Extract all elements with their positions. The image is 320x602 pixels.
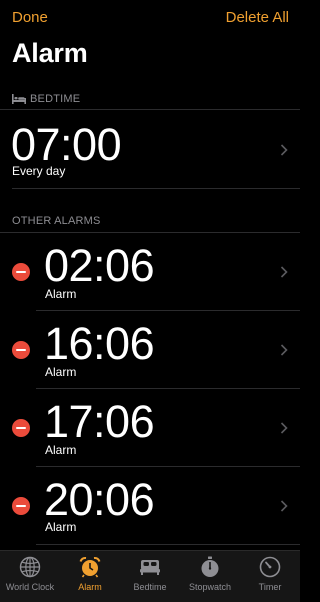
bed-icon	[12, 94, 26, 104]
page-title: Alarm	[12, 38, 88, 68]
other-alarms-section-header: OTHER ALARMS	[12, 215, 101, 227]
tab-bar: World Clock Alarm Bedtime Stopwatch Time…	[0, 550, 300, 602]
alarm-label: Alarm	[45, 287, 77, 301]
alarm-label: Alarm	[45, 365, 77, 379]
tab-label: Bedtime	[133, 582, 167, 592]
tab-bedtime[interactable]: Bedtime	[120, 551, 180, 602]
alarm-time: 20:06	[44, 474, 155, 525]
nav-bar: Done Delete All	[0, 0, 300, 36]
alarm-time: 17:06	[44, 396, 155, 447]
alarm-row[interactable]: 17:06 Alarm	[0, 389, 300, 466]
alarm-label: Alarm	[45, 443, 77, 457]
delete-alarm-button[interactable]	[12, 341, 30, 359]
tab-timer[interactable]: Timer	[240, 551, 300, 602]
tab-label: World Clock	[5, 582, 55, 592]
delete-alarm-button[interactable]	[12, 263, 30, 281]
bedtime-alarm-row[interactable]: 07:00 Every day	[0, 110, 300, 188]
globe-icon	[19, 556, 41, 578]
timer-icon	[259, 556, 281, 578]
tab-label: Stopwatch	[188, 582, 232, 592]
chevron-right-icon	[280, 144, 288, 156]
alarm-row[interactable]: 02:06 Alarm	[0, 233, 300, 310]
bedtime-alarm-time: 07:00	[11, 119, 122, 170]
chevron-right-icon	[280, 266, 288, 278]
alarm-row[interactable]: 20:06 Alarm	[0, 467, 300, 544]
other-alarms-header-label: OTHER ALARMS	[12, 215, 101, 227]
done-button[interactable]: Done	[12, 9, 48, 26]
bedtime-header-label: BEDTIME	[30, 93, 81, 105]
chevron-right-icon	[280, 422, 288, 434]
delete-all-button[interactable]: Delete All	[226, 9, 289, 26]
stopwatch-icon	[201, 556, 219, 577]
tab-world-clock[interactable]: World Clock	[0, 551, 60, 602]
tab-label: Alarm	[78, 582, 102, 592]
alarm-label: Alarm	[45, 520, 77, 534]
bedtime-alarm-label: Every day	[12, 164, 66, 178]
tab-stopwatch[interactable]: Stopwatch	[180, 551, 240, 602]
alarm-clock-icon	[79, 556, 101, 578]
tab-alarm[interactable]: Alarm	[60, 551, 120, 602]
alarm-time: 02:06	[44, 240, 155, 291]
bed-icon	[140, 560, 160, 575]
delete-alarm-button[interactable]	[12, 497, 30, 515]
delete-alarm-button[interactable]	[12, 419, 30, 437]
divider	[36, 544, 300, 545]
divider	[12, 188, 300, 189]
chevron-right-icon	[280, 344, 288, 356]
alarm-row[interactable]: 16:06 Alarm	[0, 311, 300, 388]
alarm-time: 16:06	[44, 318, 155, 369]
tab-label: Timer	[258, 582, 282, 592]
chevron-right-icon	[280, 500, 288, 512]
bedtime-section-header: BEDTIME	[12, 93, 80, 105]
